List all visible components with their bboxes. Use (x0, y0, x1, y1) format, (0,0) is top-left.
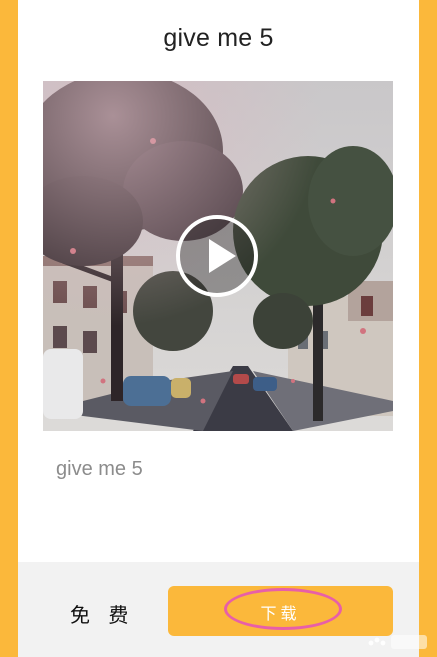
price-label: 免 费 (70, 603, 135, 627)
song-caption: give me 5 (56, 458, 143, 480)
footer-bar: 免 费 下载 (18, 562, 419, 657)
download-button[interactable]: 下载 (168, 586, 393, 636)
play-icon (209, 239, 236, 273)
highlight-circle (224, 588, 342, 630)
play-button[interactable] (176, 215, 258, 297)
watermark-logo (368, 635, 427, 649)
song-card: give me 5 give me 5 免 费 下载 (18, 0, 419, 657)
video-thumbnail[interactable] (43, 81, 393, 431)
page-title: give me 5 (163, 24, 274, 52)
